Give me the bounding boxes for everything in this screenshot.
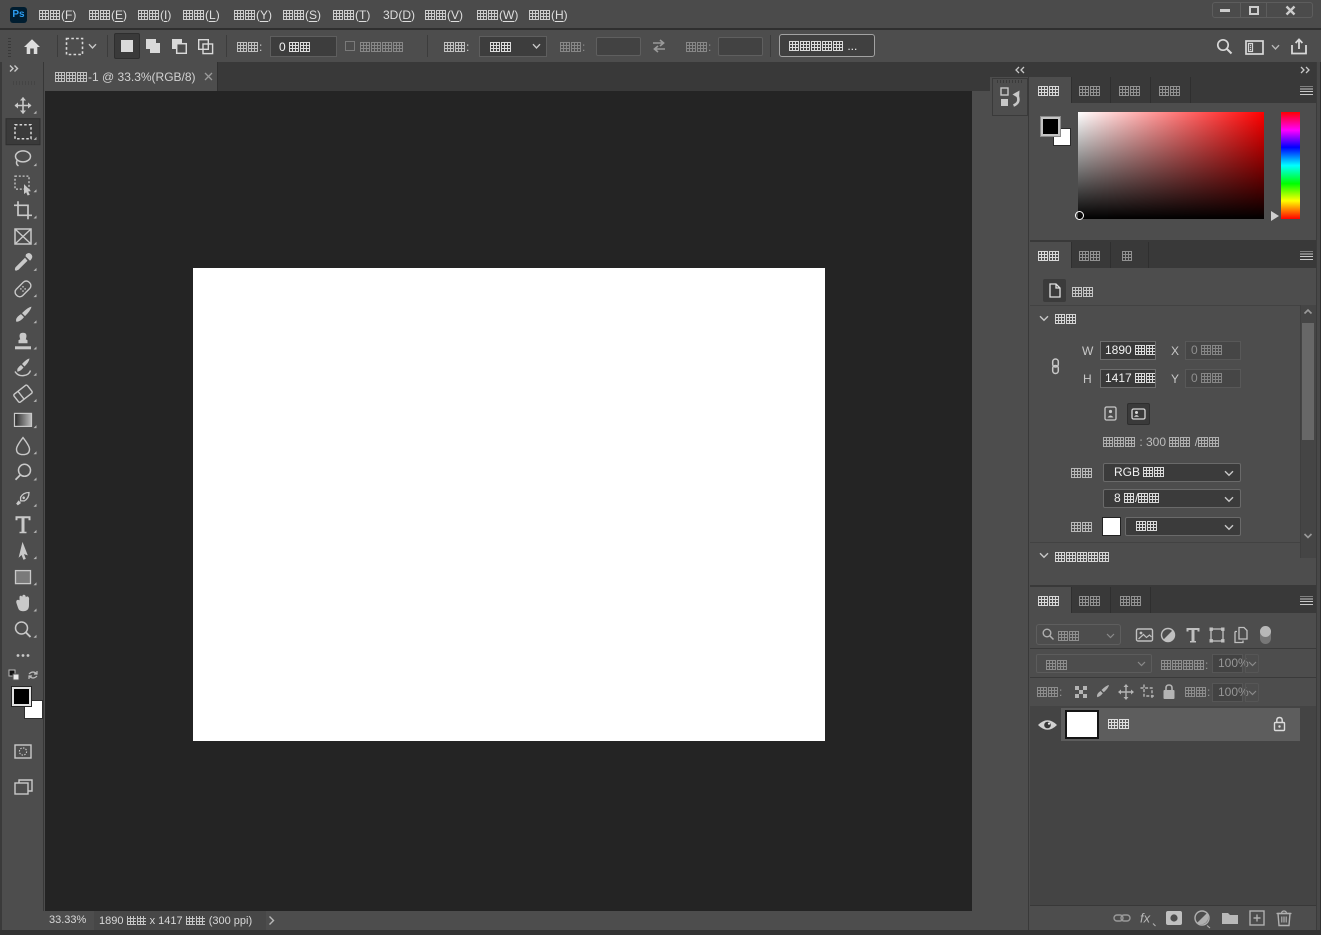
svg-text:fx: fx: [1140, 911, 1151, 926]
